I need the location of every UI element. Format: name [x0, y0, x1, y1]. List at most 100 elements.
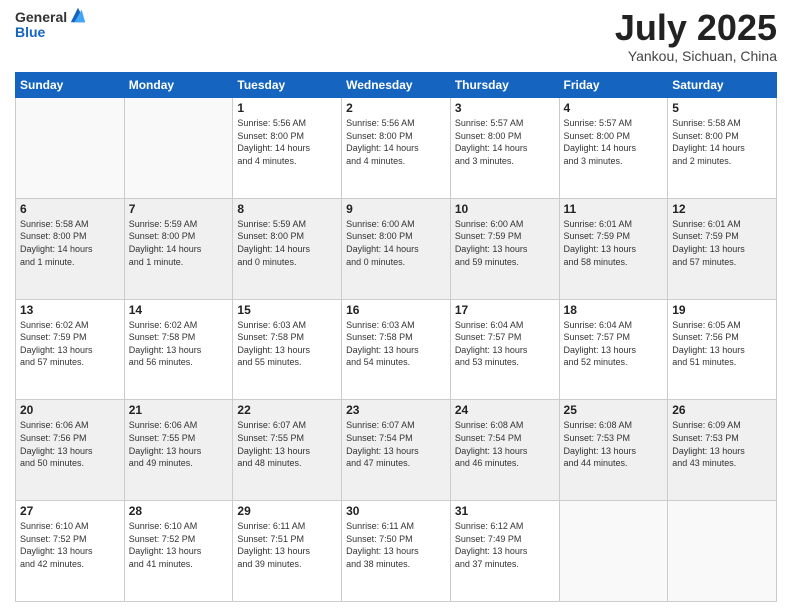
day-number: 13: [20, 303, 120, 317]
calendar-cell: 19 Sunrise: 6:05 AM Sunset: 7:56 PM Dayli…: [668, 299, 777, 400]
day-info: Sunrise: 6:06 AM Sunset: 7:55 PM Dayligh…: [129, 419, 229, 469]
day-info: Sunrise: 6:01 AM Sunset: 7:59 PM Dayligh…: [564, 218, 664, 268]
calendar-cell: 11 Sunrise: 6:01 AM Sunset: 7:59 PM Dayli…: [559, 198, 668, 299]
calendar-cell: 14 Sunrise: 6:02 AM Sunset: 7:58 PM Dayli…: [124, 299, 233, 400]
day-number: 31: [455, 504, 555, 518]
day-number: 22: [237, 403, 337, 417]
day-info: Sunrise: 6:08 AM Sunset: 7:54 PM Dayligh…: [455, 419, 555, 469]
day-info: Sunrise: 5:59 AM Sunset: 8:00 PM Dayligh…: [129, 218, 229, 268]
day-number: 5: [672, 101, 772, 115]
calendar-cell: 28Sunrise: 6:10 AM Sunset: 7:52 PM Dayli…: [124, 501, 233, 602]
day-info: Sunrise: 6:04 AM Sunset: 7:57 PM Dayligh…: [455, 319, 555, 369]
day-number: 26: [672, 403, 772, 417]
day-number: 16: [346, 303, 446, 317]
day-info: Sunrise: 5:57 AM Sunset: 8:00 PM Dayligh…: [564, 117, 664, 167]
day-info: Sunrise: 5:56 AM Sunset: 8:00 PM Dayligh…: [237, 117, 337, 167]
day-info: Sunrise: 6:03 AM Sunset: 7:58 PM Dayligh…: [346, 319, 446, 369]
day-info: Sunrise: 6:11 AM Sunset: 7:51 PM Dayligh…: [237, 520, 337, 570]
day-number: 29: [237, 504, 337, 518]
calendar-cell: 9 Sunrise: 6:00 AM Sunset: 8:00 PM Daylig…: [342, 198, 451, 299]
day-info: Sunrise: 6:02 AM Sunset: 7:59 PM Dayligh…: [20, 319, 120, 369]
calendar-cell: 17Sunrise: 6:04 AM Sunset: 7:57 PM Dayli…: [450, 299, 559, 400]
calendar-cell: 1 Sunrise: 5:56 AM Sunset: 8:00 PM Daylig…: [233, 98, 342, 199]
day-number: 15: [237, 303, 337, 317]
calendar-cell: 5Sunrise: 5:58 AM Sunset: 8:00 PM Daylig…: [668, 98, 777, 199]
day-info: Sunrise: 6:00 AM Sunset: 7:59 PM Dayligh…: [455, 218, 555, 268]
calendar-cell: 4Sunrise: 5:57 AM Sunset: 8:00 PM Daylig…: [559, 98, 668, 199]
day-info: Sunrise: 6:04 AM Sunset: 7:57 PM Dayligh…: [564, 319, 664, 369]
calendar-location: Yankou, Sichuan, China: [615, 48, 777, 64]
day-number: 12: [672, 202, 772, 216]
calendar-header-monday: Monday: [124, 73, 233, 98]
day-number: 8: [237, 202, 337, 216]
calendar-cell: 2 Sunrise: 5:56 AM Sunset: 8:00 PM Daylig…: [342, 98, 451, 199]
day-number: 20: [20, 403, 120, 417]
header: General Blue July 2025 Yankou, Sichuan, …: [15, 10, 777, 64]
day-info: Sunrise: 6:05 AM Sunset: 7:56 PM Dayligh…: [672, 319, 772, 369]
logo-text: General Blue: [15, 10, 67, 41]
calendar-cell: 20Sunrise: 6:06 AM Sunset: 7:56 PM Dayli…: [16, 400, 125, 501]
day-info: Sunrise: 6:02 AM Sunset: 7:58 PM Dayligh…: [129, 319, 229, 369]
calendar-cell: 29 Sunrise: 6:11 AM Sunset: 7:51 PM Dayli…: [233, 501, 342, 602]
calendar-header-tuesday: Tuesday: [233, 73, 342, 98]
logo-icon: [69, 6, 87, 24]
day-number: 23: [346, 403, 446, 417]
calendar-header-row: SundayMondayTuesdayWednesdayThursdayFrid…: [16, 73, 777, 98]
day-info: Sunrise: 6:11 AM Sunset: 7:50 PM Dayligh…: [346, 520, 446, 570]
day-info: Sunrise: 6:03 AM Sunset: 7:58 PM Dayligh…: [237, 319, 337, 369]
day-info: Sunrise: 5:56 AM Sunset: 8:00 PM Dayligh…: [346, 117, 446, 167]
day-number: 18: [564, 303, 664, 317]
calendar-week-row: 20Sunrise: 6:06 AM Sunset: 7:56 PM Dayli…: [16, 400, 777, 501]
logo-general: General: [15, 10, 67, 25]
calendar-header-thursday: Thursday: [450, 73, 559, 98]
calendar-cell: 23 Sunrise: 6:07 AM Sunset: 7:54 PM Dayli…: [342, 400, 451, 501]
calendar-cell: 25 Sunrise: 6:08 AM Sunset: 7:53 PM Dayli…: [559, 400, 668, 501]
day-number: 1: [237, 101, 337, 115]
calendar-week-row: 13 Sunrise: 6:02 AM Sunset: 7:59 PM Dayli…: [16, 299, 777, 400]
day-info: Sunrise: 6:09 AM Sunset: 7:53 PM Dayligh…: [672, 419, 772, 469]
day-number: 11: [564, 202, 664, 216]
calendar-cell: 3 Sunrise: 5:57 AM Sunset: 8:00 PM Daylig…: [450, 98, 559, 199]
calendar-cell: 31Sunrise: 6:12 AM Sunset: 7:49 PM Dayli…: [450, 501, 559, 602]
day-number: 25: [564, 403, 664, 417]
day-number: 19: [672, 303, 772, 317]
day-number: 9: [346, 202, 446, 216]
day-info: Sunrise: 6:00 AM Sunset: 8:00 PM Dayligh…: [346, 218, 446, 268]
day-info: Sunrise: 6:07 AM Sunset: 7:55 PM Dayligh…: [237, 419, 337, 469]
day-number: 6: [20, 202, 120, 216]
calendar-cell: 24 Sunrise: 6:08 AM Sunset: 7:54 PM Dayli…: [450, 400, 559, 501]
page: General Blue July 2025 Yankou, Sichuan, …: [0, 0, 792, 612]
calendar-cell: 8 Sunrise: 5:59 AM Sunset: 8:00 PM Daylig…: [233, 198, 342, 299]
calendar-header-sunday: Sunday: [16, 73, 125, 98]
day-number: 3: [455, 101, 555, 115]
calendar-cell: 12 Sunrise: 6:01 AM Sunset: 7:59 PM Dayli…: [668, 198, 777, 299]
day-info: Sunrise: 5:58 AM Sunset: 8:00 PM Dayligh…: [20, 218, 120, 268]
calendar-cell: [124, 98, 233, 199]
calendar-title: July 2025: [615, 10, 777, 46]
day-info: Sunrise: 6:10 AM Sunset: 7:52 PM Dayligh…: [129, 520, 229, 570]
day-number: 2: [346, 101, 446, 115]
calendar-cell: 22 Sunrise: 6:07 AM Sunset: 7:55 PM Dayli…: [233, 400, 342, 501]
day-number: 24: [455, 403, 555, 417]
title-block: July 2025 Yankou, Sichuan, China: [615, 10, 777, 64]
day-number: 27: [20, 504, 120, 518]
calendar-week-row: 6 Sunrise: 5:58 AM Sunset: 8:00 PM Daylig…: [16, 198, 777, 299]
day-info: Sunrise: 6:08 AM Sunset: 7:53 PM Dayligh…: [564, 419, 664, 469]
day-number: 14: [129, 303, 229, 317]
calendar-cell: 26 Sunrise: 6:09 AM Sunset: 7:53 PM Dayli…: [668, 400, 777, 501]
day-info: Sunrise: 6:10 AM Sunset: 7:52 PM Dayligh…: [20, 520, 120, 570]
calendar-cell: 21 Sunrise: 6:06 AM Sunset: 7:55 PM Dayli…: [124, 400, 233, 501]
calendar-cell: [668, 501, 777, 602]
day-info: Sunrise: 6:01 AM Sunset: 7:59 PM Dayligh…: [672, 218, 772, 268]
calendar-week-row: 1 Sunrise: 5:56 AM Sunset: 8:00 PM Daylig…: [16, 98, 777, 199]
day-info: Sunrise: 5:57 AM Sunset: 8:00 PM Dayligh…: [455, 117, 555, 167]
day-number: 21: [129, 403, 229, 417]
calendar-cell: 18 Sunrise: 6:04 AM Sunset: 7:57 PM Dayli…: [559, 299, 668, 400]
day-info: Sunrise: 5:59 AM Sunset: 8:00 PM Dayligh…: [237, 218, 337, 268]
calendar-week-row: 27 Sunrise: 6:10 AM Sunset: 7:52 PM Dayli…: [16, 501, 777, 602]
calendar-cell: [559, 501, 668, 602]
calendar-cell: 30Sunrise: 6:11 AM Sunset: 7:50 PM Dayli…: [342, 501, 451, 602]
day-info: Sunrise: 6:07 AM Sunset: 7:54 PM Dayligh…: [346, 419, 446, 469]
calendar-header-wednesday: Wednesday: [342, 73, 451, 98]
logo-blue: Blue: [15, 25, 67, 40]
